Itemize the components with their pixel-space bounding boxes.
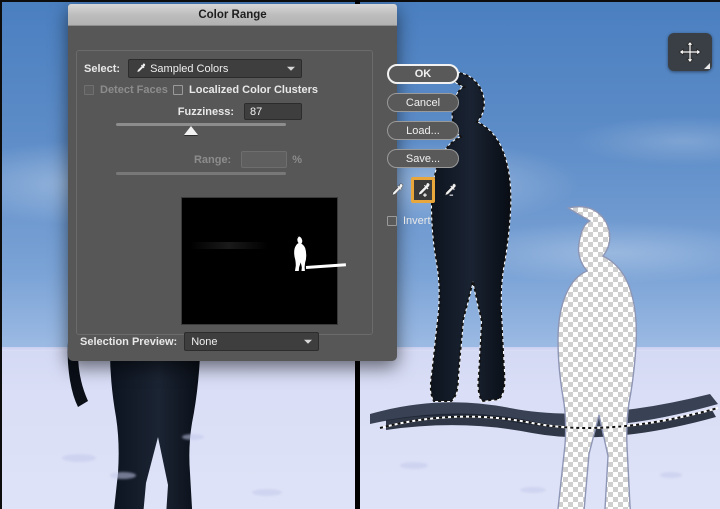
select-value: Sampled Colors <box>150 62 229 75</box>
save-button[interactable]: Save... <box>387 149 459 168</box>
cancel-button[interactable]: Cancel <box>387 93 459 112</box>
shadow-selection-outline <box>379 407 719 429</box>
invert-checkbox[interactable]: Invert <box>387 215 459 227</box>
detect-faces-checkbox: Detect Faces <box>84 84 168 96</box>
fuzziness-slider-thumb[interactable] <box>184 126 198 135</box>
selection-preview-value: None <box>191 335 218 348</box>
eyedropper-icon <box>392 183 404 196</box>
fuzziness-row: Fuzziness: 87 <box>84 103 302 120</box>
invert-box-icon[interactable] <box>387 216 397 226</box>
dialog-body: Select: Sampled Colors Detect Faces Loca… <box>68 26 459 361</box>
localized-color-clusters-label: Localized Color Clusters <box>189 84 318 96</box>
fuzziness-input[interactable]: 87 <box>244 103 302 120</box>
invert-label: Invert <box>403 215 431 227</box>
load-button[interactable]: Load... <box>387 121 459 140</box>
range-label: Range: <box>193 153 232 166</box>
range-slider <box>116 172 286 175</box>
select-row: Select: Sampled Colors <box>84 59 302 78</box>
tool-expand-corner-icon <box>704 63 710 69</box>
detect-faces-label: Detect Faces <box>100 84 168 96</box>
dialog-button-column: OK Cancel Load... Save... Invert <box>387 64 459 227</box>
move-tool-icon <box>678 40 702 64</box>
ok-button[interactable]: OK <box>387 64 459 84</box>
range-slider-track <box>116 172 286 175</box>
snow-texture-mark <box>520 487 546 493</box>
fuzziness-slider-track <box>116 123 286 126</box>
snow-texture-mark <box>400 462 428 469</box>
snow-texture-mark <box>182 434 204 440</box>
snow-texture-mark <box>110 472 136 479</box>
color-range-dialog: Color Range Select: Sampled Colors Detec… <box>68 4 459 361</box>
screenshot-root: Color Range Select: Sampled Colors Detec… <box>0 0 720 509</box>
eyedropper-subtract-from-sample-button[interactable] <box>439 179 459 201</box>
eyedropper-sample-button[interactable] <box>387 179 407 201</box>
fuzziness-slider[interactable] <box>116 123 286 135</box>
transparent-cutout-figure[interactable] <box>498 202 698 509</box>
snow-texture-mark <box>62 454 96 462</box>
dialog-titlebar[interactable]: Color Range <box>68 4 397 26</box>
range-row: Range: % <box>84 151 302 168</box>
move-tool-button[interactable] <box>668 33 712 71</box>
selection-preview-dropdown[interactable]: None <box>184 332 320 351</box>
localized-color-clusters-box-icon[interactable] <box>173 85 183 95</box>
selection-preview-row: Selection Preview: None <box>80 332 320 351</box>
select-dropdown[interactable]: Sampled Colors <box>128 59 302 78</box>
fuzziness-label: Fuzziness: <box>177 105 234 118</box>
localized-color-clusters-checkbox[interactable]: Localized Color Clusters <box>173 84 318 96</box>
eyedropper-plus-icon <box>418 182 431 197</box>
select-label: Select: <box>84 62 121 75</box>
selection-preview-label: Selection Preview: <box>80 335 178 348</box>
snow-texture-mark <box>252 489 282 496</box>
selection-preview-thumbnail[interactable] <box>181 197 347 325</box>
fuzziness-value: 87 <box>250 105 263 118</box>
eyedropper-toolbar <box>387 177 459 203</box>
detect-faces-box-icon <box>84 85 94 95</box>
chevron-down-icon <box>287 66 295 71</box>
range-input <box>241 151 288 168</box>
eyedropper-minus-icon <box>444 183 456 196</box>
preview-faint-smear <box>190 242 268 249</box>
range-unit: % <box>292 153 302 166</box>
eyedropper-add-to-sample-button[interactable] <box>410 177 436 203</box>
eyedropper-icon <box>137 63 146 72</box>
snow-texture-mark <box>660 472 682 478</box>
dialog-title: Color Range <box>198 8 267 21</box>
chevron-down-icon <box>304 339 313 344</box>
